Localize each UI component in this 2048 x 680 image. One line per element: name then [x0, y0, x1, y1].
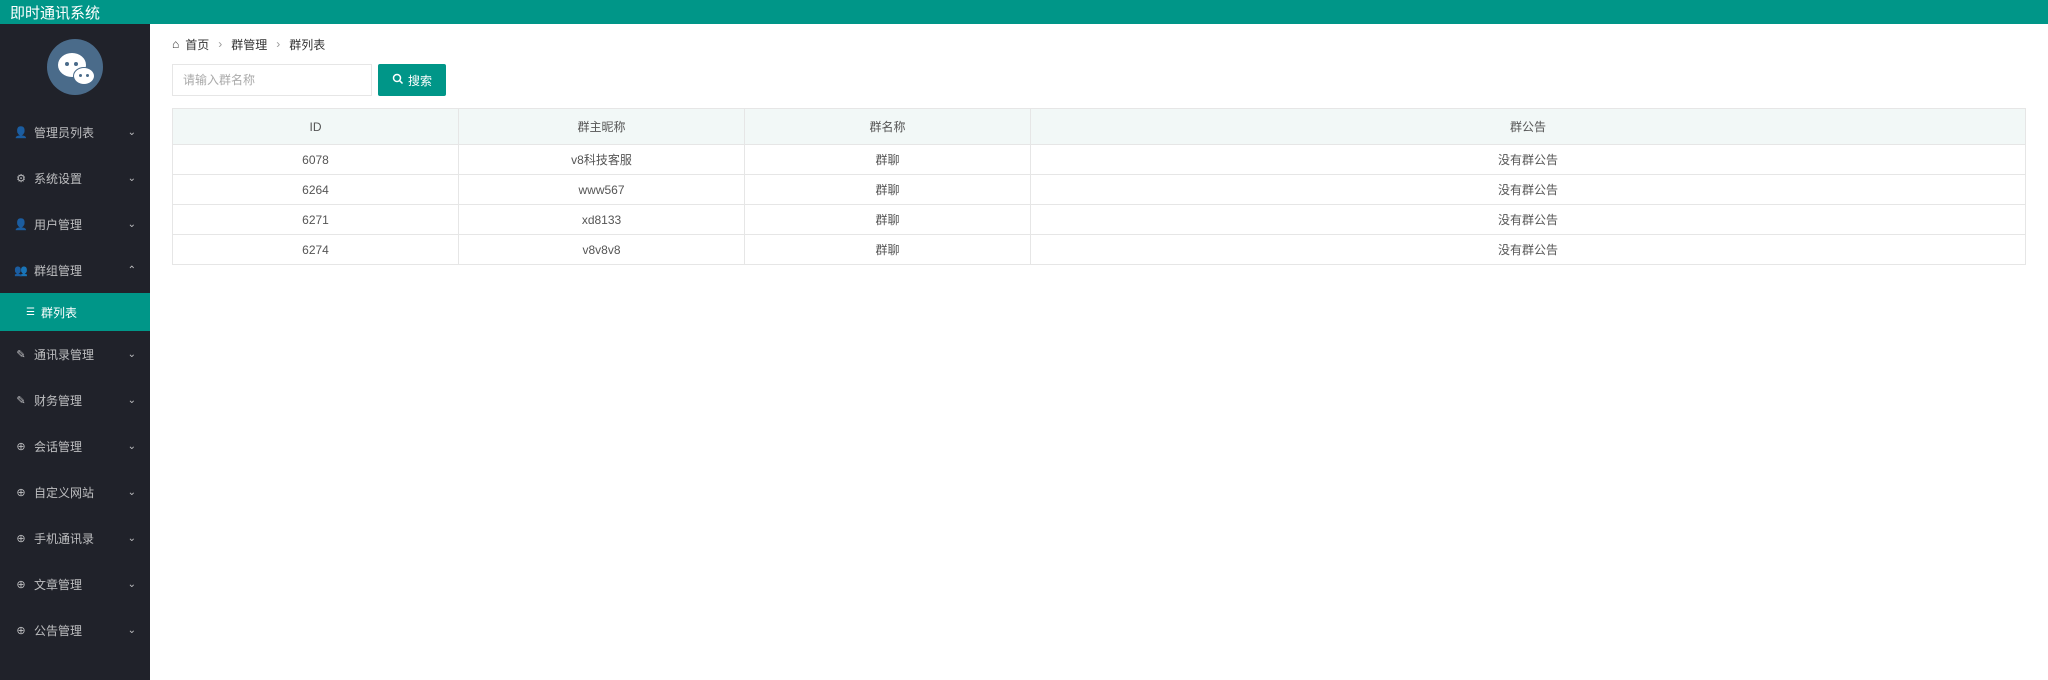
edit-icon: ✎ — [14, 348, 28, 361]
sidebar-item-user-mgmt[interactable]: 👤 用户管理 ⌄ — [0, 201, 150, 247]
cell-notice: 没有群公告 — [1031, 205, 2026, 235]
sidebar-item-article-mgmt[interactable]: ⊕ 文章管理 ⌄ — [0, 561, 150, 607]
sidebar-item-label: 管理员列表 — [34, 124, 94, 141]
sidebar-item-label: 财务管理 — [34, 392, 82, 409]
globe-icon: ⊕ — [14, 486, 28, 499]
breadcrumb-sep: › — [218, 37, 222, 51]
sidebar-item-label: 会话管理 — [34, 438, 82, 455]
cell-name: 群聊 — [745, 205, 1031, 235]
logo — [0, 24, 150, 109]
table-header-row: ID 群主昵称 群名称 群公告 — [173, 109, 2026, 145]
sidebar-item-label: 系统设置 — [34, 170, 82, 187]
chevron-down-icon: ⌄ — [128, 395, 136, 406]
cell-id: 6078 — [173, 145, 459, 175]
chevron-up-icon: ⌃ — [128, 265, 136, 276]
sidebar-item-label: 通讯录管理 — [34, 346, 94, 363]
cell-notice: 没有群公告 — [1031, 145, 2026, 175]
breadcrumb-level1[interactable]: 群管理 — [231, 36, 267, 53]
breadcrumb: ⌂ 首页 › 群管理 › 群列表 — [150, 24, 2048, 64]
table-row[interactable]: 6264 www567 群聊 没有群公告 — [173, 175, 2026, 205]
cell-owner: www567 — [459, 175, 745, 205]
app-title: 即时通讯系统 — [10, 2, 100, 23]
sidebar-item-phone-contacts[interactable]: ⊕ 手机通讯录 ⌄ — [0, 515, 150, 561]
globe-icon: ⊕ — [14, 624, 28, 637]
user-icon: 👤 — [14, 218, 28, 231]
sidebar-item-session-mgmt[interactable]: ⊕ 会话管理 ⌄ — [0, 423, 150, 469]
list-icon: ☰ — [26, 307, 35, 318]
main-content: ⌂ 首页 › 群管理 › 群列表 搜索 ID 群主昵称 — [150, 24, 2048, 680]
cell-id: 6271 — [173, 205, 459, 235]
chevron-down-icon: ⌄ — [128, 173, 136, 184]
cell-name: 群聊 — [745, 235, 1031, 265]
sidebar-subitem-label: 群列表 — [41, 304, 77, 321]
cell-owner: v8科技客服 — [459, 145, 745, 175]
search-input[interactable] — [172, 64, 372, 96]
chevron-down-icon: ⌄ — [128, 127, 136, 138]
group-table: ID 群主昵称 群名称 群公告 6078 v8科技客服 群聊 没有群公告 626… — [172, 108, 2026, 265]
col-header-id: ID — [173, 109, 459, 145]
cell-name: 群聊 — [745, 175, 1031, 205]
col-header-owner: 群主昵称 — [459, 109, 745, 145]
globe-icon: ⊕ — [14, 578, 28, 591]
sidebar-item-label: 用户管理 — [34, 216, 82, 233]
table-row[interactable]: 6078 v8科技客服 群聊 没有群公告 — [173, 145, 2026, 175]
sidebar-item-label: 手机通讯录 — [34, 530, 94, 547]
users-icon: 👥 — [14, 264, 28, 277]
cell-notice: 没有群公告 — [1031, 175, 2026, 205]
chevron-down-icon: ⌄ — [128, 487, 136, 498]
breadcrumb-home[interactable]: 首页 — [185, 36, 209, 53]
topbar: 即时通讯系统 — [0, 0, 2048, 24]
sidebar-item-system-settings[interactable]: ⚙ 系统设置 ⌄ — [0, 155, 150, 201]
sidebar-item-label: 公告管理 — [34, 622, 82, 639]
search-icon — [392, 73, 404, 88]
globe-icon: ⊕ — [14, 532, 28, 545]
cell-name: 群聊 — [745, 145, 1031, 175]
globe-icon: ⊕ — [14, 440, 28, 453]
breadcrumb-sep: › — [276, 37, 280, 51]
gear-icon: ⚙ — [14, 172, 28, 185]
cell-owner: v8v8v8 — [459, 235, 745, 265]
cell-id: 6274 — [173, 235, 459, 265]
sidebar-subitem-group-list[interactable]: ☰ 群列表 — [0, 293, 150, 331]
chevron-down-icon: ⌄ — [128, 625, 136, 636]
sidebar: 👤 管理员列表 ⌄ ⚙ 系统设置 ⌄ 👤 用户管理 ⌄ 👥 群组管理 ⌃ ☰ 群… — [0, 24, 150, 680]
col-header-notice: 群公告 — [1031, 109, 2026, 145]
sidebar-item-custom-website[interactable]: ⊕ 自定义网站 ⌄ — [0, 469, 150, 515]
breadcrumb-current: 群列表 — [289, 36, 325, 53]
home-icon: ⌂ — [172, 37, 179, 51]
chevron-down-icon: ⌄ — [128, 441, 136, 452]
sidebar-item-label: 自定义网站 — [34, 484, 94, 501]
cell-id: 6264 — [173, 175, 459, 205]
user-icon: 👤 — [14, 126, 28, 139]
search-row: 搜索 — [150, 64, 2048, 108]
chevron-down-icon: ⌄ — [128, 349, 136, 360]
sidebar-item-admin-list[interactable]: 👤 管理员列表 ⌄ — [0, 109, 150, 155]
sidebar-item-label: 群组管理 — [34, 262, 82, 279]
sidebar-item-group-mgmt[interactable]: 👥 群组管理 ⌃ — [0, 247, 150, 293]
sidebar-item-contacts-mgmt[interactable]: ✎ 通讯录管理 ⌄ — [0, 331, 150, 377]
chevron-down-icon: ⌄ — [128, 579, 136, 590]
search-button[interactable]: 搜索 — [378, 64, 446, 96]
cell-owner: xd8133 — [459, 205, 745, 235]
table-row[interactable]: 6274 v8v8v8 群聊 没有群公告 — [173, 235, 2026, 265]
edit-icon: ✎ — [14, 394, 28, 407]
table-container: ID 群主昵称 群名称 群公告 6078 v8科技客服 群聊 没有群公告 626… — [150, 108, 2048, 265]
chevron-down-icon: ⌄ — [128, 533, 136, 544]
chevron-down-icon: ⌄ — [128, 219, 136, 230]
wechat-icon — [47, 39, 103, 95]
sidebar-item-finance-mgmt[interactable]: ✎ 财务管理 ⌄ — [0, 377, 150, 423]
cell-notice: 没有群公告 — [1031, 235, 2026, 265]
table-row[interactable]: 6271 xd8133 群聊 没有群公告 — [173, 205, 2026, 235]
search-button-label: 搜索 — [408, 72, 432, 89]
sidebar-item-label: 文章管理 — [34, 576, 82, 593]
sidebar-item-notice-mgmt[interactable]: ⊕ 公告管理 ⌄ — [0, 607, 150, 653]
col-header-name: 群名称 — [745, 109, 1031, 145]
